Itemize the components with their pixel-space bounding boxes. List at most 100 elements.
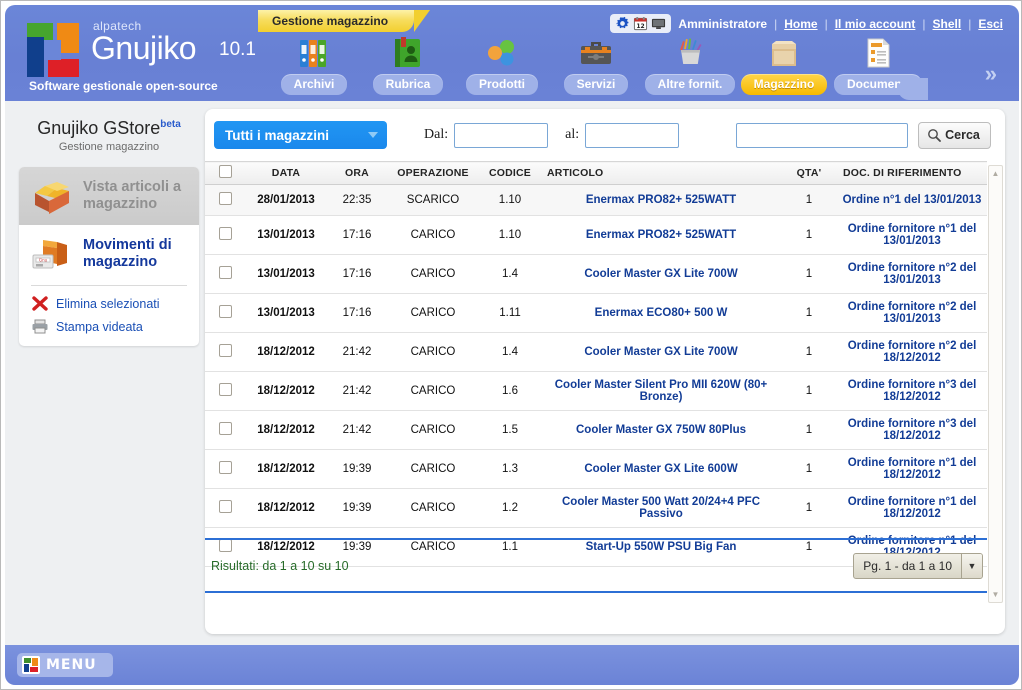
row-checkbox-cell[interactable] (205, 216, 245, 255)
row-checkbox[interactable] (219, 383, 232, 396)
row-checkbox[interactable] (219, 266, 232, 279)
row-checkbox-cell[interactable] (205, 372, 245, 411)
doc-link[interactable]: Ordine fornitore n°1 del 13/01/2013 (848, 223, 977, 247)
row-checkbox-cell[interactable] (205, 411, 245, 450)
nav-item-altre-fornit[interactable]: Altre fornit. (643, 35, 737, 95)
cell-articolo[interactable]: Enermax PRO82+ 525WATT (541, 185, 781, 216)
cell-doc[interactable]: Ordine fornitore n°3 del 18/12/2012 (837, 411, 987, 450)
row-checkbox-cell[interactable] (205, 255, 245, 294)
th-doc[interactable]: DOC. DI RIFERIMENTO (837, 162, 987, 185)
articolo-link[interactable]: Cooler Master GX 750W 80Plus (576, 424, 746, 436)
date-to-input[interactable] (585, 123, 679, 148)
sidebar-item-vista-articoli[interactable]: Vista articoli a magazzino (19, 167, 199, 225)
nav-item-archivi[interactable]: Archivi (267, 35, 361, 95)
articolo-link[interactable]: Enermax PRO82+ 525WATT (586, 194, 736, 206)
nav-item-prodotti[interactable]: Prodotti (455, 35, 549, 95)
sidebar-action-stampa-videata[interactable]: Stampa videata (19, 315, 199, 338)
table-row[interactable]: 18/12/2012 19:39 CARICO 1.3 Cooler Maste… (205, 450, 987, 489)
cell-articolo[interactable]: Cooler Master GX Lite 700W (541, 255, 781, 294)
cell-doc[interactable]: Ordine fornitore n°1 del 13/01/2013 (837, 216, 987, 255)
page-selector[interactable]: Pg. 1 - da 1 a 10 ▼ (853, 553, 983, 579)
articolo-link[interactable]: Cooler Master GX Lite 600W (584, 463, 737, 475)
doc-link[interactable]: Ordine fornitore n°3 del 18/12/2012 (848, 379, 977, 403)
scroll-down-arrow-icon[interactable]: ▼ (989, 588, 1002, 601)
th-codice[interactable]: CODICE (479, 162, 541, 185)
content-scrollbar[interactable]: ▲ ▼ (988, 165, 1003, 603)
table-row[interactable]: 18/12/2012 21:42 CARICO 1.4 Cooler Maste… (205, 333, 987, 372)
row-checkbox-cell[interactable] (205, 294, 245, 333)
cell-articolo[interactable]: Cooler Master 500 Watt 20/24+4 PFC Passi… (541, 489, 781, 528)
cell-articolo[interactable]: Enermax ECO80+ 500 W (541, 294, 781, 333)
cell-articolo[interactable]: Cooler Master GX Lite 700W (541, 333, 781, 372)
th-ora[interactable]: ORA (327, 162, 387, 185)
table-row[interactable]: 13/01/2013 17:16 CARICO 1.4 Cooler Maste… (205, 255, 987, 294)
row-checkbox-cell[interactable] (205, 450, 245, 489)
menu-button[interactable]: MENU (17, 653, 113, 677)
search-button[interactable]: Cerca (918, 122, 991, 149)
doc-link[interactable]: Ordine fornitore n°3 del 18/12/2012 (848, 418, 977, 442)
row-checkbox[interactable] (219, 344, 232, 357)
date-from-input[interactable] (454, 123, 548, 148)
th-data[interactable]: DATA (245, 162, 327, 185)
row-checkbox-cell[interactable] (205, 333, 245, 372)
cell-articolo[interactable]: Cooler Master GX 750W 80Plus (541, 411, 781, 450)
account-link-home[interactable]: Home (784, 17, 817, 31)
sidebar-item-movimenti[interactable]: Gnu Movimenti di magazzino (19, 225, 199, 283)
select-all-checkbox[interactable] (219, 165, 232, 178)
articolo-link[interactable]: Cooler Master Silent Pro MII 620W (80+ B… (555, 379, 768, 403)
nav-item-magazzino[interactable]: Magazzino (737, 35, 831, 95)
articolo-link[interactable]: Enermax ECO80+ 500 W (595, 307, 728, 319)
sidebar-action-elimina-selezionati[interactable]: Elimina selezionati (19, 292, 199, 315)
scroll-up-arrow-icon[interactable]: ▲ (989, 167, 1002, 180)
row-checkbox[interactable] (219, 422, 232, 435)
cell-doc[interactable]: Ordine fornitore n°2 del 18/12/2012 (837, 333, 987, 372)
account-link-shell[interactable]: Shell (933, 17, 962, 31)
cell-articolo[interactable]: Cooler Master Silent Pro MII 620W (80+ B… (541, 372, 781, 411)
table-row[interactable]: 13/01/2013 17:16 CARICO 1.11 Enermax ECO… (205, 294, 987, 333)
row-checkbox[interactable] (219, 305, 232, 318)
articolo-link[interactable]: Cooler Master GX Lite 700W (584, 268, 737, 280)
page-tab[interactable]: Gestione magazzino (258, 10, 414, 32)
account-icon-group[interactable]: 12 (610, 14, 671, 33)
account-link-my-account[interactable]: Il mio account (835, 17, 916, 31)
cell-doc[interactable]: Ordine fornitore n°2 del 13/01/2013 (837, 294, 987, 333)
cell-doc[interactable]: Ordine fornitore n°1 del 18/12/2012 (837, 489, 987, 528)
th-qta[interactable]: QTA' (781, 162, 837, 185)
articolo-link[interactable]: Enermax PRO82+ 525WATT (586, 229, 736, 241)
table-row[interactable]: 28/01/2013 22:35 SCARICO 1.10 Enermax PR… (205, 185, 987, 216)
doc-link[interactable]: Ordine fornitore n°1 del 18/12/2012 (848, 457, 977, 481)
th-select-all[interactable] (205, 162, 245, 185)
cell-articolo[interactable]: Cooler Master GX Lite 600W (541, 450, 781, 489)
page-selector-caret-icon[interactable]: ▼ (961, 554, 982, 578)
table-row[interactable]: 18/12/2012 19:39 CARICO 1.2 Cooler Maste… (205, 489, 987, 528)
th-operazione[interactable]: OPERAZIONE (387, 162, 479, 185)
doc-link[interactable]: Ordine n°1 del 13/01/2013 (843, 194, 982, 206)
articolo-link[interactable]: Cooler Master GX Lite 700W (584, 346, 737, 358)
doc-link[interactable]: Ordine fornitore n°1 del 18/12/2012 (848, 496, 977, 520)
nav-item-overflow-partial[interactable] (898, 78, 928, 100)
brand-logo[interactable]: alpatech Gnujiko 10.1 Software gestional… (25, 19, 255, 95)
nav-more-chevron-icon[interactable]: » (985, 61, 997, 87)
table-row[interactable]: 18/12/2012 21:42 CARICO 1.5 Cooler Maste… (205, 411, 987, 450)
warehouse-select[interactable]: Tutti i magazzini (214, 121, 387, 149)
row-checkbox-cell[interactable] (205, 489, 245, 528)
doc-link[interactable]: Ordine fornitore n°2 del 13/01/2013 (848, 301, 977, 325)
row-checkbox[interactable] (219, 227, 232, 240)
nav-item-rubrica[interactable]: Rubrica (361, 35, 455, 95)
cell-doc[interactable]: Ordine fornitore n°1 del 18/12/2012 (837, 450, 987, 489)
gear-icon[interactable] (615, 16, 630, 31)
table-row[interactable]: 13/01/2013 17:16 CARICO 1.10 Enermax PRO… (205, 216, 987, 255)
row-checkbox-cell[interactable] (205, 185, 245, 216)
articolo-link[interactable]: Cooler Master 500 Watt 20/24+4 PFC Passi… (562, 496, 760, 520)
search-input[interactable] (736, 123, 908, 148)
doc-link[interactable]: Ordine fornitore n°2 del 13/01/2013 (848, 262, 977, 286)
th-articolo[interactable]: ARTICOLO (541, 162, 781, 185)
row-checkbox[interactable] (219, 500, 232, 513)
calendar-icon[interactable]: 12 (633, 16, 648, 31)
cell-doc[interactable]: Ordine n°1 del 13/01/2013 (837, 185, 987, 216)
account-link-logout[interactable]: Esci (978, 17, 1003, 31)
row-checkbox[interactable] (219, 461, 232, 474)
table-row[interactable]: 18/12/2012 21:42 CARICO 1.6 Cooler Maste… (205, 372, 987, 411)
nav-item-servizi[interactable]: Servizi (549, 35, 643, 95)
cell-doc[interactable]: Ordine fornitore n°3 del 18/12/2012 (837, 372, 987, 411)
